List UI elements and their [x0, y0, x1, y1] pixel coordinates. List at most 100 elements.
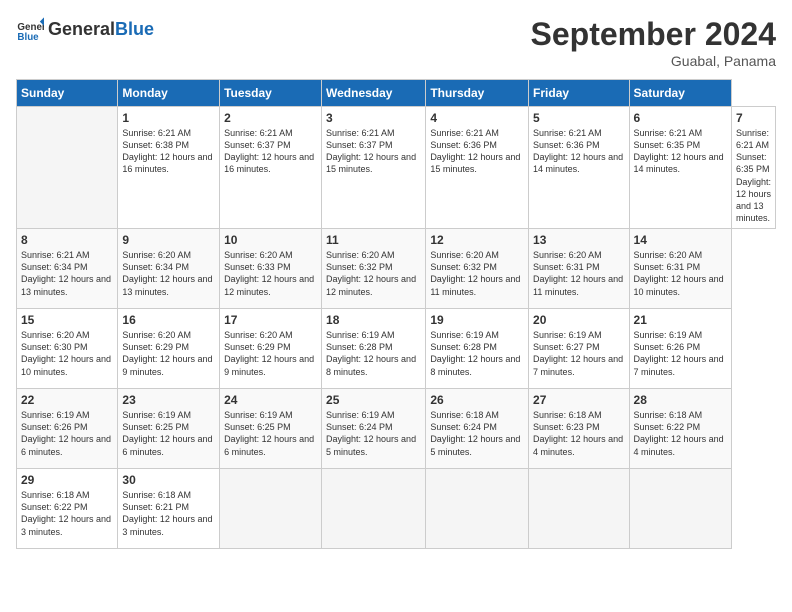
day-info: Sunrise: 6:20 AMSunset: 6:29 PMDaylight:…	[224, 330, 314, 376]
day-info: Sunrise: 6:21 AMSunset: 6:37 PMDaylight:…	[224, 128, 314, 174]
day-info: Sunrise: 6:21 AMSunset: 6:35 PMDaylight:…	[634, 128, 724, 174]
calendar-cell: 18 Sunrise: 6:19 AMSunset: 6:28 PMDaylig…	[322, 309, 426, 389]
col-saturday: Saturday	[629, 80, 731, 107]
logo-general: General	[48, 19, 115, 39]
day-info: Sunrise: 6:20 AMSunset: 6:31 PMDaylight:…	[634, 250, 724, 296]
calendar-cell: 29 Sunrise: 6:18 AMSunset: 6:22 PMDaylig…	[17, 469, 118, 549]
col-tuesday: Tuesday	[220, 80, 322, 107]
day-info: Sunrise: 6:18 AMSunset: 6:21 PMDaylight:…	[122, 490, 212, 536]
calendar-cell: 24 Sunrise: 6:19 AMSunset: 6:25 PMDaylig…	[220, 389, 322, 469]
title-block: September 2024 Guabal, Panama	[531, 16, 776, 69]
day-number: 2	[224, 111, 317, 125]
day-info: Sunrise: 6:21 AMSunset: 6:36 PMDaylight:…	[430, 128, 520, 174]
calendar-cell: 22 Sunrise: 6:19 AMSunset: 6:26 PMDaylig…	[17, 389, 118, 469]
col-monday: Monday	[118, 80, 220, 107]
calendar-cell: 11 Sunrise: 6:20 AMSunset: 6:32 PMDaylig…	[322, 229, 426, 309]
calendar-cell: 10 Sunrise: 6:20 AMSunset: 6:33 PMDaylig…	[220, 229, 322, 309]
day-info: Sunrise: 6:20 AMSunset: 6:30 PMDaylight:…	[21, 330, 111, 376]
day-number: 5	[533, 111, 624, 125]
week-row-2: 8 Sunrise: 6:21 AMSunset: 6:34 PMDayligh…	[17, 229, 776, 309]
day-number: 7	[736, 111, 771, 125]
day-number: 13	[533, 233, 624, 247]
calendar-cell: 1 Sunrise: 6:21 AMSunset: 6:38 PMDayligh…	[118, 107, 220, 229]
day-number: 29	[21, 473, 113, 487]
day-info: Sunrise: 6:19 AMSunset: 6:28 PMDaylight:…	[326, 330, 416, 376]
logo-icon: General Blue	[16, 16, 44, 44]
day-number: 24	[224, 393, 317, 407]
day-info: Sunrise: 6:20 AMSunset: 6:31 PMDaylight:…	[533, 250, 623, 296]
calendar-cell	[220, 469, 322, 549]
day-number: 28	[634, 393, 727, 407]
calendar-cell: 23 Sunrise: 6:19 AMSunset: 6:25 PMDaylig…	[118, 389, 220, 469]
calendar-cell: 12 Sunrise: 6:20 AMSunset: 6:32 PMDaylig…	[426, 229, 529, 309]
calendar-cell: 3 Sunrise: 6:21 AMSunset: 6:37 PMDayligh…	[322, 107, 426, 229]
calendar-cell: 16 Sunrise: 6:20 AMSunset: 6:29 PMDaylig…	[118, 309, 220, 389]
logo-blue: Blue	[115, 19, 154, 39]
day-info: Sunrise: 6:19 AMSunset: 6:26 PMDaylight:…	[634, 330, 724, 376]
day-info: Sunrise: 6:19 AMSunset: 6:26 PMDaylight:…	[21, 410, 111, 456]
calendar-cell	[426, 469, 529, 549]
calendar-cell	[529, 469, 629, 549]
svg-text:Blue: Blue	[17, 32, 39, 43]
calendar-cell: 14 Sunrise: 6:20 AMSunset: 6:31 PMDaylig…	[629, 229, 731, 309]
col-thursday: Thursday	[426, 80, 529, 107]
day-info: Sunrise: 6:20 AMSunset: 6:32 PMDaylight:…	[326, 250, 416, 296]
calendar-cell: 6 Sunrise: 6:21 AMSunset: 6:35 PMDayligh…	[629, 107, 731, 229]
calendar-cell: 17 Sunrise: 6:20 AMSunset: 6:29 PMDaylig…	[220, 309, 322, 389]
day-number: 27	[533, 393, 624, 407]
header-row: Sunday Monday Tuesday Wednesday Thursday…	[17, 80, 776, 107]
day-number: 1	[122, 111, 215, 125]
day-info: Sunrise: 6:21 AMSunset: 6:36 PMDaylight:…	[533, 128, 623, 174]
day-info: Sunrise: 6:19 AMSunset: 6:27 PMDaylight:…	[533, 330, 623, 376]
calendar-table: Sunday Monday Tuesday Wednesday Thursday…	[16, 79, 776, 549]
calendar-cell: 19 Sunrise: 6:19 AMSunset: 6:28 PMDaylig…	[426, 309, 529, 389]
day-number: 18	[326, 313, 421, 327]
day-number: 22	[21, 393, 113, 407]
day-number: 4	[430, 111, 524, 125]
col-friday: Friday	[529, 80, 629, 107]
week-row-4: 22 Sunrise: 6:19 AMSunset: 6:26 PMDaylig…	[17, 389, 776, 469]
day-number: 21	[634, 313, 727, 327]
day-number: 6	[634, 111, 727, 125]
logo: General Blue GeneralBlue	[16, 16, 154, 44]
day-info: Sunrise: 6:18 AMSunset: 6:23 PMDaylight:…	[533, 410, 623, 456]
day-info: Sunrise: 6:19 AMSunset: 6:24 PMDaylight:…	[326, 410, 416, 456]
calendar-cell: 26 Sunrise: 6:18 AMSunset: 6:24 PMDaylig…	[426, 389, 529, 469]
calendar-cell: 15 Sunrise: 6:20 AMSunset: 6:30 PMDaylig…	[17, 309, 118, 389]
calendar-cell: 27 Sunrise: 6:18 AMSunset: 6:23 PMDaylig…	[529, 389, 629, 469]
day-number: 30	[122, 473, 215, 487]
day-number: 17	[224, 313, 317, 327]
col-wednesday: Wednesday	[322, 80, 426, 107]
calendar-cell: 25 Sunrise: 6:19 AMSunset: 6:24 PMDaylig…	[322, 389, 426, 469]
day-number: 16	[122, 313, 215, 327]
calendar-cell: 9 Sunrise: 6:20 AMSunset: 6:34 PMDayligh…	[118, 229, 220, 309]
day-number: 12	[430, 233, 524, 247]
calendar-header: Sunday Monday Tuesday Wednesday Thursday…	[17, 80, 776, 107]
day-info: Sunrise: 6:19 AMSunset: 6:25 PMDaylight:…	[224, 410, 314, 456]
calendar-cell: 5 Sunrise: 6:21 AMSunset: 6:36 PMDayligh…	[529, 107, 629, 229]
day-number: 8	[21, 233, 113, 247]
day-info: Sunrise: 6:20 AMSunset: 6:34 PMDaylight:…	[122, 250, 212, 296]
day-number: 9	[122, 233, 215, 247]
day-number: 20	[533, 313, 624, 327]
calendar-cell	[322, 469, 426, 549]
page-header: General Blue GeneralBlue September 2024 …	[16, 16, 776, 69]
week-row-1: 1 Sunrise: 6:21 AMSunset: 6:38 PMDayligh…	[17, 107, 776, 229]
day-info: Sunrise: 6:19 AMSunset: 6:28 PMDaylight:…	[430, 330, 520, 376]
calendar-cell: 28 Sunrise: 6:18 AMSunset: 6:22 PMDaylig…	[629, 389, 731, 469]
col-sunday: Sunday	[17, 80, 118, 107]
logo-text: GeneralBlue	[48, 20, 154, 40]
day-info: Sunrise: 6:18 AMSunset: 6:22 PMDaylight:…	[634, 410, 724, 456]
month-title: September 2024	[531, 16, 776, 53]
calendar-cell: 2 Sunrise: 6:21 AMSunset: 6:37 PMDayligh…	[220, 107, 322, 229]
day-info: Sunrise: 6:21 AMSunset: 6:37 PMDaylight:…	[326, 128, 416, 174]
day-number: 19	[430, 313, 524, 327]
day-number: 15	[21, 313, 113, 327]
day-info: Sunrise: 6:21 AMSunset: 6:38 PMDaylight:…	[122, 128, 212, 174]
day-info: Sunrise: 6:20 AMSunset: 6:32 PMDaylight:…	[430, 250, 520, 296]
day-number: 14	[634, 233, 727, 247]
calendar-cell: 21 Sunrise: 6:19 AMSunset: 6:26 PMDaylig…	[629, 309, 731, 389]
day-info: Sunrise: 6:21 AMSunset: 6:34 PMDaylight:…	[21, 250, 111, 296]
day-info: Sunrise: 6:18 AMSunset: 6:22 PMDaylight:…	[21, 490, 111, 536]
calendar-cell: 8 Sunrise: 6:21 AMSunset: 6:34 PMDayligh…	[17, 229, 118, 309]
